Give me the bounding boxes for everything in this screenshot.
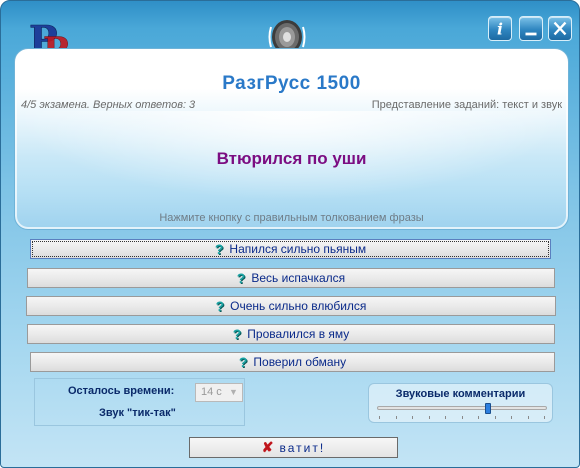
answer-button-3[interactable]: ? Очень сильно влюбился xyxy=(26,296,556,316)
info-icon: i xyxy=(497,19,503,38)
time-left-label: Осталось времени: xyxy=(68,385,175,397)
question-icon: ? xyxy=(214,241,224,257)
enough-button[interactable]: ✘ ватит! xyxy=(189,437,398,458)
exam-status: 4/5 экзамена. Верных ответов: 3 xyxy=(21,99,196,111)
answer-label: Очень сильно влюбился xyxy=(230,299,367,313)
time-select-value: 14 с xyxy=(201,386,222,398)
volume-slider-track[interactable] xyxy=(377,406,547,410)
phrase-text: Втюрился по уши xyxy=(216,149,367,168)
question-icon: ? xyxy=(215,298,225,314)
mode-label: Представление заданий: текст и звук xyxy=(371,99,562,111)
question-icon: ? xyxy=(236,270,246,286)
cross-icon: ✘ xyxy=(261,439,274,455)
instruction-text: Нажмите кнопку с правильным толкованием … xyxy=(159,212,424,224)
answer-label: Напился сильно пьяным xyxy=(229,242,367,256)
time-select[interactable]: 14 с ▼ xyxy=(195,383,243,402)
tick-tock-label[interactable]: Звук "тик-так" xyxy=(99,407,176,419)
volume-slider-thumb[interactable] xyxy=(485,403,491,414)
volume-slider-ticks xyxy=(379,416,545,420)
sound-comments-group: Звуковые комментарии xyxy=(368,383,553,423)
answer-label: Провалился в яму xyxy=(247,327,350,341)
question-icon: ? xyxy=(232,326,242,342)
close-button[interactable] xyxy=(548,16,572,41)
app-title: РазгРусс 1500 xyxy=(222,73,361,94)
info-panel: РазгРусс 1500 4/5 экзамена. Верных ответ… xyxy=(14,48,569,230)
answer-button-2[interactable]: ? Весь испачкался xyxy=(27,268,555,288)
enough-button-label: ватит! xyxy=(279,440,326,455)
chevron-down-icon: ▼ xyxy=(229,387,238,397)
app-window: Р Р i РазгРусс 1500 4/5 экзамена. Верных… xyxy=(0,0,580,468)
minimize-button[interactable] xyxy=(519,16,543,41)
question-icon: ? xyxy=(238,354,248,370)
answer-label: Поверил обману xyxy=(253,355,347,369)
answer-label: Весь испачкался xyxy=(251,271,346,285)
timer-group: Осталось времени: 14 с ▼ Звук "тик-так" xyxy=(34,378,245,426)
minimize-icon xyxy=(525,32,537,36)
answer-button-4[interactable]: ? Провалился в яму xyxy=(27,324,555,344)
info-button[interactable]: i xyxy=(488,16,512,41)
sound-comments-title: Звуковые комментарии xyxy=(395,388,526,400)
close-icon xyxy=(553,21,567,36)
answer-button-5[interactable]: ? Поверил обману xyxy=(30,352,555,372)
answer-button-1[interactable]: ? Напился сильно пьяным xyxy=(30,239,551,259)
svg-text:i: i xyxy=(497,19,503,38)
